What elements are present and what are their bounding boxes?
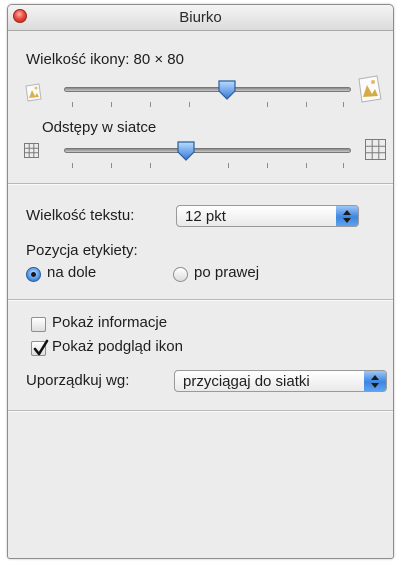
slider-tick xyxy=(343,163,344,168)
show-info-label[interactable]: Pokaż informacje xyxy=(52,314,167,331)
label-position-label: Pozycja etykiety: xyxy=(26,242,138,259)
slider-tick xyxy=(267,163,268,168)
small-grid-icon xyxy=(24,143,39,163)
arrange-by-value: przyciągaj do siatki xyxy=(183,373,310,390)
slider-tick xyxy=(72,102,73,107)
icon-size-label: Wielkość ikony: 80 × 80 xyxy=(26,51,184,68)
slider-tick xyxy=(306,102,307,107)
title-bar[interactable]: Biurko xyxy=(8,5,393,31)
window-title: Biurko xyxy=(179,9,222,26)
icon-size-slider-track[interactable] xyxy=(64,87,351,92)
radio-right-label[interactable]: po prawej xyxy=(194,264,259,281)
large-grid-icon xyxy=(365,139,386,165)
show-preview-label[interactable]: Pokaż podgląd ikon xyxy=(52,338,183,355)
section-divider xyxy=(8,183,393,185)
section-divider xyxy=(8,299,393,301)
text-size-label: Wielkość tekstu: xyxy=(26,207,135,224)
slider-tick xyxy=(228,163,229,168)
grid-spacing-slider-track[interactable] xyxy=(64,148,351,153)
popup-arrows-icon xyxy=(364,371,386,391)
small-icon-picture xyxy=(23,82,45,104)
large-icon-picture xyxy=(355,74,385,104)
slider-tick xyxy=(306,163,307,168)
slider-tick xyxy=(72,163,73,168)
show-info-checkbox[interactable] xyxy=(31,317,46,332)
slider-tick xyxy=(111,102,112,107)
slider-tick xyxy=(150,163,151,168)
slider-tick xyxy=(189,102,190,107)
slider-tick xyxy=(150,102,151,107)
text-size-value: 12 pkt xyxy=(185,208,226,225)
grid-spacing-label: Odstępy w siatce xyxy=(42,119,157,136)
show-preview-checkbox[interactable] xyxy=(31,339,49,356)
text-size-popup[interactable]: 12 pkt xyxy=(176,205,359,227)
arrange-by-popup[interactable]: przyciągaj do siatki xyxy=(174,370,387,392)
radio-bottom-label[interactable]: na dole xyxy=(47,264,96,281)
slider-tick xyxy=(111,163,112,168)
arrange-by-label: Uporządkuj wg: xyxy=(26,372,130,389)
slider-tick xyxy=(267,102,268,107)
radio-right[interactable] xyxy=(173,267,188,282)
grid-spacing-slider-knob[interactable] xyxy=(176,140,196,167)
view-options-window: Biurko Wielkość ikony: 80 × 80 Odstępy w… xyxy=(7,4,394,559)
popup-arrows-icon xyxy=(336,206,358,226)
slider-tick xyxy=(343,102,344,107)
radio-bottom[interactable] xyxy=(26,267,41,282)
section-divider xyxy=(8,410,393,412)
icon-size-slider-knob[interactable] xyxy=(217,79,237,106)
checkmark-icon xyxy=(33,339,49,356)
